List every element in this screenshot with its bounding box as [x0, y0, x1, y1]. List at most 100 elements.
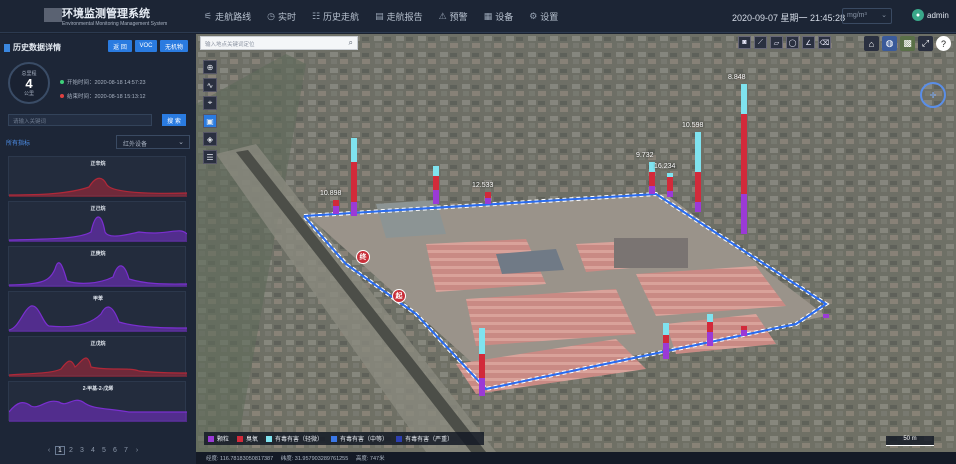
- map-view-toolbar: ⌂ ◍ ▩ ⤢ ?: [864, 36, 954, 51]
- bar-value-label: 12.533: [472, 182, 494, 189]
- pollutant-bar-segment: [351, 202, 357, 216]
- search-icon[interactable]: ⌕: [349, 38, 353, 48]
- nav-item-5[interactable]: ▦ 设备: [476, 0, 522, 33]
- basemap-icon[interactable]: ▩: [900, 36, 915, 51]
- trend-chart-title: 正己烷: [90, 206, 106, 212]
- nav-item-0[interactable]: ⚟ 走航路线: [196, 0, 259, 33]
- home-icon[interactable]: ⌂: [864, 36, 879, 51]
- legend-label: 颗粒: [217, 437, 230, 443]
- ruler-icon[interactable]: ⟋: [754, 36, 767, 49]
- device-select[interactable]: 红外设备 ⌄: [116, 135, 190, 149]
- trend-chart-2[interactable]: 正庚烷: [8, 246, 187, 287]
- all-metrics-link[interactable]: 所有指标: [6, 138, 30, 147]
- pollutant-bar-segment: [351, 138, 357, 162]
- trend-chart-1[interactable]: 正己烷: [8, 201, 187, 242]
- back-button[interactable]: 返 回: [108, 40, 132, 52]
- page-4[interactable]: 4: [88, 447, 98, 454]
- trend-chart-title: 正戊烷: [90, 341, 106, 347]
- user-menu[interactable]: ● admin: [912, 9, 949, 21]
- page-7[interactable]: 7: [121, 447, 131, 454]
- nav-item-1[interactable]: ◷ 实时: [259, 0, 304, 33]
- app-logo: 环境监测管理系统 Environmental Monitoring Manage…: [0, 0, 196, 33]
- pollutant-bar-segment: [479, 328, 485, 354]
- search-button[interactable]: 搜 索: [162, 114, 186, 126]
- next-page-icon[interactable]: ›: [132, 447, 142, 454]
- page-6[interactable]: 6: [110, 447, 120, 454]
- circle-icon[interactable]: ◯: [786, 36, 799, 49]
- path-icon[interactable]: ∿: [203, 78, 217, 92]
- pollutant-bar-segment: [433, 190, 439, 204]
- trend-chart-title: 2-甲基-2-戊烯: [82, 386, 114, 392]
- mileage-value: 4: [25, 75, 33, 91]
- page-5[interactable]: 5: [99, 447, 109, 454]
- legend-item: 有毒有害（中等）: [331, 434, 388, 443]
- legend-item: 颗粒: [208, 434, 229, 443]
- keyword-input[interactable]: 请输入关键词: [8, 114, 152, 126]
- trend-chart-3[interactable]: 甲苯: [8, 291, 187, 332]
- scale-bar: 50 m: [886, 436, 934, 446]
- pollutant-bar-segment: [707, 332, 713, 346]
- layers-icon[interactable]: ▣: [203, 114, 217, 128]
- help-icon[interactable]: ?: [936, 36, 951, 51]
- bar-value-label: 9.732: [636, 152, 654, 159]
- nav-item-3[interactable]: ▤ 走航报告: [367, 0, 431, 33]
- sidebar-title: 历史数据详情: [4, 42, 61, 53]
- fullscreen-icon[interactable]: ⤢: [918, 36, 933, 51]
- report-icon: ▤: [375, 10, 384, 21]
- legend-item: 有毒有害（严重）: [396, 434, 453, 443]
- pollutant-bar-segment: [351, 162, 357, 202]
- area-icon[interactable]: ▱: [770, 36, 783, 49]
- nav-item-6[interactable]: ⚙ 设置: [521, 0, 566, 33]
- device-icon: ▦: [483, 10, 493, 21]
- tag-icon[interactable]: ◈: [203, 132, 217, 146]
- map-left-toolbar: ⊕ ∿ ⌖ ▣ ◈ ☰: [203, 60, 217, 168]
- nav-item-4[interactable]: ⚠ 预警: [431, 0, 476, 33]
- page-3[interactable]: 3: [77, 447, 87, 454]
- globe-icon[interactable]: ◍: [882, 36, 897, 51]
- end-marker[interactable]: 终: [356, 250, 370, 264]
- datetime: 2020-09-07 星期一 21:45:28: [732, 13, 846, 23]
- map-search-input[interactable]: 输入地点关键词定位 ⌕: [200, 36, 358, 50]
- trend-area: [9, 400, 187, 422]
- history-icon: ☷: [311, 10, 321, 21]
- pollutant-bar-segment: [667, 177, 673, 191]
- trend-chart-0[interactable]: 正辛烷: [8, 156, 187, 197]
- start-marker[interactable]: 起: [392, 289, 406, 303]
- map-right-toolbar: ◙ ⟋ ▱ ◯ ∠ ⌫: [738, 36, 834, 50]
- legend-swatch: [266, 435, 273, 442]
- page-1[interactable]: 1: [55, 445, 65, 455]
- voc-button[interactable]: VOC: [135, 40, 157, 52]
- pollutant-bar-segment: [479, 378, 485, 396]
- compass-icon[interactable]: ✛: [920, 82, 946, 108]
- unit-value: mg/m³: [847, 12, 867, 19]
- trend-chart-4[interactable]: 正戊烷: [8, 336, 187, 377]
- pollutant-bar-segment: [433, 176, 439, 190]
- angle-icon[interactable]: ∠: [802, 36, 815, 49]
- pollutant-bar-segment: [485, 192, 491, 198]
- camera-icon[interactable]: ◙: [738, 36, 751, 49]
- sidebar-header: 历史数据详情 返 回 VOC 无机物: [0, 40, 196, 54]
- start-time: 开始时间：2020-08-18 14:57:23: [60, 78, 146, 86]
- pollutant-bar-segment: [707, 322, 713, 332]
- prev-page-icon[interactable]: ‹: [44, 447, 54, 454]
- pin-icon[interactable]: ⌖: [203, 96, 217, 110]
- inorganic-button[interactable]: 无机物: [160, 40, 188, 52]
- map-view[interactable]: 10.898 12.533 9.732 16.234 10.598 8.848 终 起 输…: [196, 34, 956, 452]
- pollutant-bar-segment: [741, 330, 747, 336]
- unit-select[interactable]: mg/m³ ⌄: [842, 8, 892, 24]
- trash-icon[interactable]: ⌫: [818, 36, 831, 49]
- pollutant-bar-segment: [433, 166, 439, 176]
- nav-label: 历史走航: [323, 11, 360, 22]
- app-title: 环境监测管理系统: [62, 8, 150, 20]
- pollutant-bar-segment: [741, 114, 747, 194]
- page-2[interactable]: 2: [66, 447, 76, 454]
- pollutant-bar-segment: [485, 198, 491, 204]
- locate-icon[interactable]: ⊕: [203, 60, 217, 74]
- status-bar: 经度: 116.781830508173​87 纬度: 31.957903289…: [196, 452, 956, 464]
- pollutant-bar-segment: [741, 84, 747, 114]
- nav-item-2[interactable]: ☷ 历史走航: [304, 0, 367, 33]
- filter-icon[interactable]: ☰: [203, 150, 217, 164]
- trend-chart-5[interactable]: 2-甲基-2-戊烯: [8, 381, 187, 422]
- start-dot-icon: [60, 80, 64, 84]
- bar-value-label: 10.898: [320, 190, 342, 197]
